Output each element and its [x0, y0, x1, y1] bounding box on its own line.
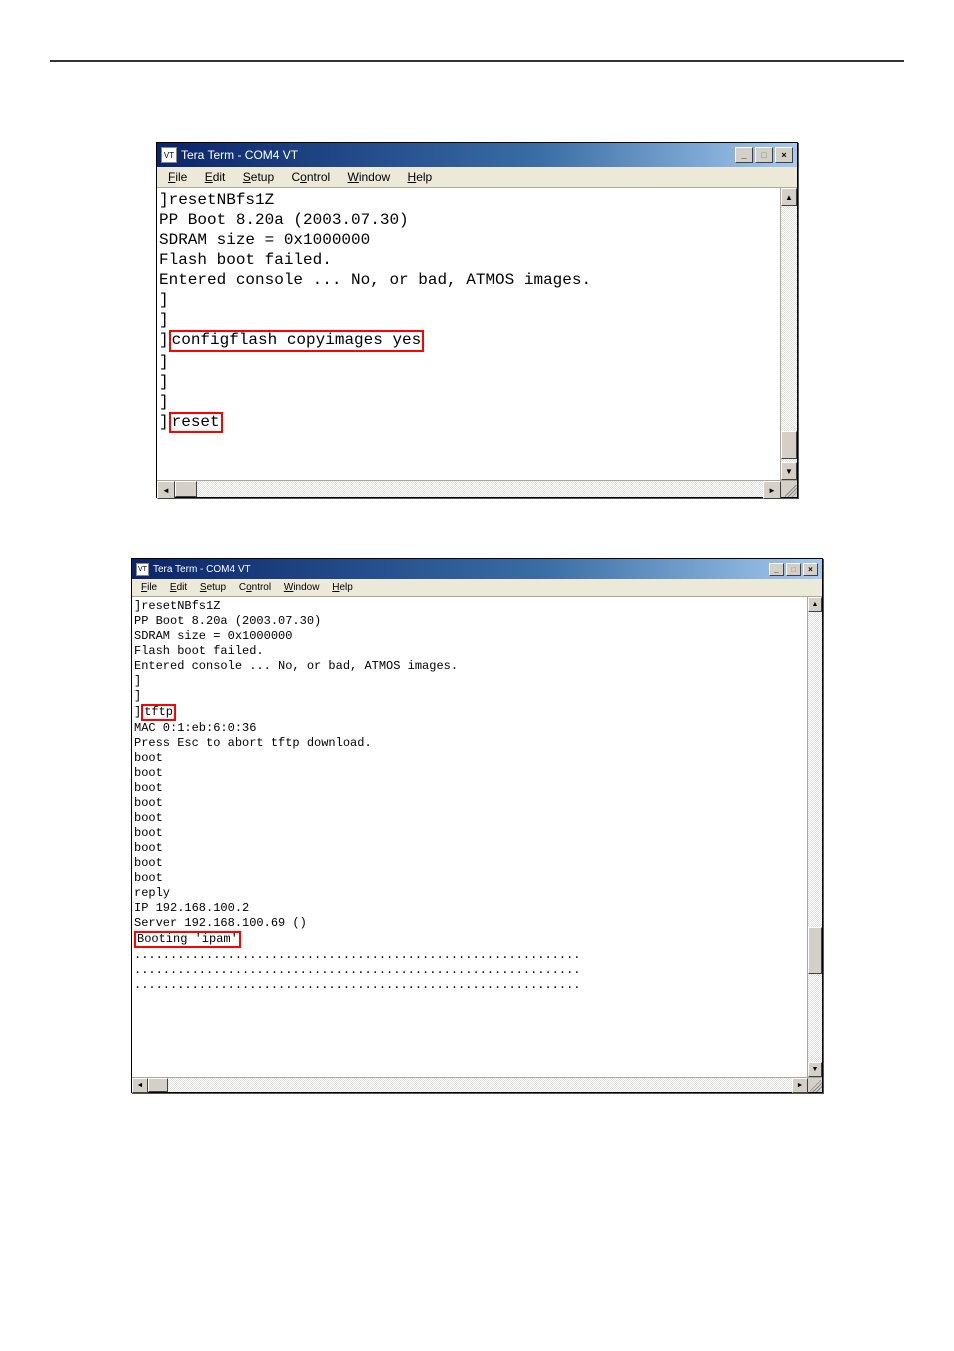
hscroll-track[interactable] [148, 1078, 792, 1092]
term-line: ]resetNBfs1Z [134, 599, 807, 614]
term-line: ] [159, 392, 780, 412]
scroll-down-icon[interactable]: ▼ [808, 1062, 822, 1077]
term-line: PP Boot 8.20a (2003.07.30) [159, 210, 780, 230]
term-line: ]reset [159, 412, 780, 434]
menubar: File Edit Setup Control Window Help [157, 167, 797, 188]
highlight-booting-ipam: Booting 'ipam' [134, 931, 241, 948]
term-line: ........................................… [134, 963, 807, 978]
highlight-reset: reset [169, 412, 223, 434]
vertical-scrollbar[interactable]: ▲ ▼ [807, 597, 822, 1077]
titlebar[interactable]: VT Tera Term - COM4 VT _ □ × [157, 143, 797, 167]
term-line: ........................................… [134, 948, 807, 963]
menu-help[interactable]: Help [327, 581, 358, 594]
menu-setup[interactable]: Setup [236, 169, 281, 185]
menu-window[interactable]: Window [279, 581, 325, 594]
scroll-thumb[interactable] [781, 431, 797, 459]
scroll-up-icon[interactable]: ▲ [781, 188, 797, 206]
highlight-configflash: configflash copyimages yes [169, 330, 425, 352]
scroll-up-icon[interactable]: ▲ [808, 597, 822, 612]
term-line: boot [134, 826, 807, 841]
term-line: boot [134, 856, 807, 871]
scroll-right-icon[interactable]: ► [763, 481, 781, 499]
hscroll-track[interactable] [175, 481, 763, 497]
menu-window[interactable]: Window [341, 169, 398, 185]
close-button[interactable]: × [775, 147, 793, 163]
terminal-output[interactable]: ]resetNBfs1ZPP Boot 8.20a (2003.07.30)SD… [157, 188, 780, 480]
scroll-thumb[interactable] [808, 927, 822, 974]
term-line: ........................................… [134, 978, 807, 993]
term-line: Entered console ... No, or bad, ATMOS im… [134, 659, 807, 674]
term-line: Flash boot failed. [134, 644, 807, 659]
term-line: boot [134, 871, 807, 886]
term-line: MAC 0:1:eb:6:0:36 [134, 721, 807, 736]
resize-grip[interactable] [808, 1078, 822, 1092]
teraterm-window-2: VT Tera Term - COM4 VT _ □ × File Edit S… [131, 558, 823, 1093]
app-icon: VT [161, 147, 177, 163]
scroll-left-icon[interactable]: ◄ [132, 1078, 148, 1093]
menu-edit[interactable]: Edit [165, 581, 192, 594]
close-button[interactable]: × [803, 563, 818, 576]
maximize-button[interactable]: □ [786, 563, 801, 576]
term-line: boot [134, 796, 807, 811]
term-line: boot [134, 811, 807, 826]
menu-setup[interactable]: Setup [195, 581, 231, 594]
teraterm-window-1: VT Tera Term - COM4 VT _ □ × File Edit S… [156, 142, 798, 498]
term-line: Booting 'ipam' [134, 931, 807, 948]
term-line: ]resetNBfs1Z [159, 190, 780, 210]
term-line: ]tftp [134, 704, 807, 721]
term-line: reply [134, 886, 807, 901]
term-line: boot [134, 766, 807, 781]
scroll-track[interactable] [808, 612, 822, 1062]
term-line: ] [159, 372, 780, 392]
minimize-button[interactable]: _ [735, 147, 753, 163]
menu-control[interactable]: Control [234, 581, 276, 594]
terminal-output[interactable]: ]resetNBfs1ZPP Boot 8.20a (2003.07.30)SD… [132, 597, 807, 1077]
menu-edit[interactable]: Edit [198, 169, 233, 185]
resize-grip[interactable] [781, 481, 797, 497]
vertical-scrollbar[interactable]: ▲ ▼ [780, 188, 797, 480]
scroll-left-icon[interactable]: ◄ [157, 481, 175, 499]
term-line: Server 192.168.100.69 () [134, 916, 807, 931]
menubar: File Edit Setup Control Window Help [132, 579, 822, 597]
term-line: ] [159, 310, 780, 330]
term-line: ] [159, 352, 780, 372]
term-line: ] [134, 674, 807, 689]
menu-help[interactable]: Help [401, 169, 440, 185]
maximize-button[interactable]: □ [755, 147, 773, 163]
titlebar[interactable]: VT Tera Term - COM4 VT _ □ × [132, 559, 822, 579]
term-line: ] [159, 290, 780, 310]
scroll-right-icon[interactable]: ► [792, 1078, 808, 1093]
term-line: ]configflash copyimages yes [159, 330, 780, 352]
scroll-track[interactable] [781, 206, 797, 462]
term-line: PP Boot 8.20a (2003.07.30) [134, 614, 807, 629]
menu-control[interactable]: Control [284, 169, 337, 185]
scroll-down-icon[interactable]: ▼ [781, 462, 797, 480]
window-title: Tera Term - COM4 VT [153, 564, 769, 575]
term-line: boot [134, 781, 807, 796]
highlight-tftp: tftp [141, 704, 176, 721]
term-line: Flash boot failed. [159, 250, 780, 270]
hscroll-thumb[interactable] [148, 1078, 168, 1092]
term-line: ] [134, 689, 807, 704]
minimize-button[interactable]: _ [769, 563, 784, 576]
menu-file[interactable]: File [136, 581, 162, 594]
term-line: SDRAM size = 0x1000000 [159, 230, 780, 250]
menu-file[interactable]: File [161, 169, 194, 185]
term-line: IP 192.168.100.2 [134, 901, 807, 916]
term-line: boot [134, 751, 807, 766]
term-line: Press Esc to abort tftp download. [134, 736, 807, 751]
app-icon: VT [136, 563, 149, 576]
page-divider [50, 60, 904, 62]
term-line: SDRAM size = 0x1000000 [134, 629, 807, 644]
window-title: Tera Term - COM4 VT [181, 148, 735, 162]
hscroll-thumb[interactable] [175, 481, 197, 497]
term-line: boot [134, 841, 807, 856]
term-line: Entered console ... No, or bad, ATMOS im… [159, 270, 780, 290]
